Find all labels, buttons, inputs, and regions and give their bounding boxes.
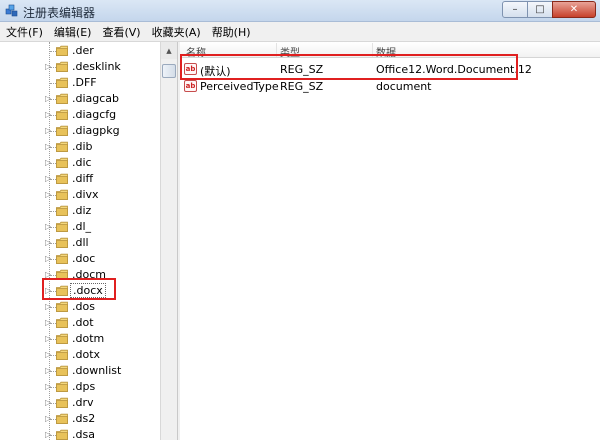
tree-item-label: .dot (72, 316, 94, 329)
tree-item[interactable]: ▷ .dll (0, 235, 160, 251)
tree-item[interactable]: ▷ .dic (0, 155, 160, 171)
tree-item-label: .dib (72, 140, 93, 153)
folder-icon (56, 109, 68, 120)
tree-item-label: .drv (72, 396, 94, 409)
tree-item-label: .der (72, 44, 94, 57)
tree-item-label: .dos (72, 300, 95, 313)
folder-icon (56, 317, 68, 328)
tree-item[interactable]: ▷ .diagpkg (0, 123, 160, 139)
tree-item-label: .DFF (72, 76, 97, 89)
tree-item[interactable]: .diz (0, 203, 160, 219)
folder-icon (56, 141, 68, 152)
menu-help[interactable]: 帮助(H) (212, 24, 251, 40)
tree-item[interactable]: ▷ .dps (0, 379, 160, 395)
tree-scrollbar[interactable]: ▲ (160, 42, 177, 440)
tree-item[interactable]: ▷ .ds2 (0, 411, 160, 427)
value-name: PerceivedType (200, 80, 279, 93)
tree-item-label: .dotx (72, 348, 101, 361)
tree-item[interactable]: ▷ .dos (0, 299, 160, 315)
folder-icon (56, 221, 68, 232)
tree-item[interactable]: ▷ .diagcfg (0, 107, 160, 123)
tree-item-label: .ds2 (72, 412, 96, 425)
string-value-icon: ab (184, 80, 197, 92)
folder-icon (56, 301, 68, 312)
value-data: document (376, 80, 432, 93)
tree-item[interactable]: ▷ .divx (0, 187, 160, 203)
window-title: 注册表编辑器 (23, 6, 96, 20)
tree-item-label: .diagcab (72, 92, 120, 105)
tree-item[interactable]: ▷ .doc (0, 251, 160, 267)
folder-icon (56, 413, 68, 424)
tree-item-label: .downlist (72, 364, 122, 377)
tree-item[interactable]: ▷ .dl_ (0, 219, 160, 235)
folder-icon (56, 333, 68, 344)
folder-icon (56, 381, 68, 392)
folder-icon (56, 157, 68, 168)
tree-item[interactable]: ▷ .downlist (0, 363, 160, 379)
folder-icon (56, 93, 68, 104)
tree-item-label: .dsa (72, 428, 95, 440)
list-row-perceivedtype[interactable]: ab PerceivedType REG_SZ document (180, 78, 600, 95)
registry-editor-icon (5, 4, 18, 17)
folder-icon (56, 429, 68, 440)
tree-item-label: .dl_ (72, 220, 92, 233)
tree-item[interactable]: ▷ .drv (0, 395, 160, 411)
highlight-box-docx-key (42, 278, 116, 300)
menu-bar: 文件(F) 编辑(E) 查看(V) 收藏夹(A) 帮助(H) (0, 22, 600, 42)
tree-item[interactable]: .der (0, 43, 160, 59)
tree-item-label: .dps (72, 380, 96, 393)
tree-item-label: .dll (72, 236, 89, 249)
menu-view[interactable]: 查看(V) (102, 24, 140, 40)
tree-item[interactable]: .DFF (0, 75, 160, 91)
maximize-button[interactable]: □ (527, 1, 553, 18)
tree-item-label: .diff (72, 172, 94, 185)
folder-icon (56, 173, 68, 184)
folder-icon (56, 397, 68, 408)
folder-icon (56, 365, 68, 376)
tree-item-label: .diz (72, 204, 92, 217)
tree-item-label: .doc (72, 252, 96, 265)
tree-item[interactable]: ▷ .dib (0, 139, 160, 155)
tree-item-label: .diagpkg (72, 124, 120, 137)
tree-item[interactable]: ▷ .diagcab (0, 91, 160, 107)
value-type: REG_SZ (280, 80, 324, 93)
folder-icon (56, 77, 68, 88)
close-button[interactable]: ✕ (552, 1, 596, 18)
highlight-box-default-value (180, 54, 518, 80)
tree-item-label: .dotm (72, 332, 105, 345)
minimize-button[interactable]: – (502, 1, 528, 18)
menu-favorites[interactable]: 收藏夹(A) (152, 24, 201, 40)
tree-item-label: .divx (72, 188, 99, 201)
tree-item-label: .dic (72, 156, 92, 169)
tree-item[interactable]: ▷ .dot (0, 315, 160, 331)
tree-item[interactable]: ▷ .dotm (0, 331, 160, 347)
tree-item-label: .diagcfg (72, 108, 117, 121)
folder-icon (56, 125, 68, 136)
folder-icon (56, 237, 68, 248)
scrollbar-thumb[interactable] (162, 64, 176, 78)
tree-item-label: .desklink (72, 60, 121, 73)
menu-file[interactable]: 文件(F) (6, 24, 43, 40)
tree-item[interactable]: ▷ .dsa (0, 427, 160, 440)
tree-item[interactable]: ▷ .dotx (0, 347, 160, 363)
tree-item[interactable]: ▷ .desklink (0, 59, 160, 75)
folder-icon (56, 61, 68, 72)
folder-icon (56, 45, 68, 56)
scroll-up-arrow-icon[interactable]: ▲ (161, 42, 177, 59)
tree-item[interactable]: ▷ .diff (0, 171, 160, 187)
registry-values-list: 名称 类型 数据 ab (默认) REG_SZ Office12.Word.Do… (180, 42, 600, 440)
folder-icon (56, 189, 68, 200)
menu-edit[interactable]: 编辑(E) (54, 24, 92, 40)
title-bar: 注册表编辑器 – □ ✕ (0, 0, 600, 22)
folder-icon (56, 349, 68, 360)
folder-icon (56, 205, 68, 216)
folder-icon (56, 253, 68, 264)
registry-key-tree[interactable]: .der ▷ .desklink .DFF ▷ .diagcab ▷ .diagcfg ▷ .di… (0, 42, 160, 440)
window-controls: – □ ✕ (502, 1, 596, 19)
